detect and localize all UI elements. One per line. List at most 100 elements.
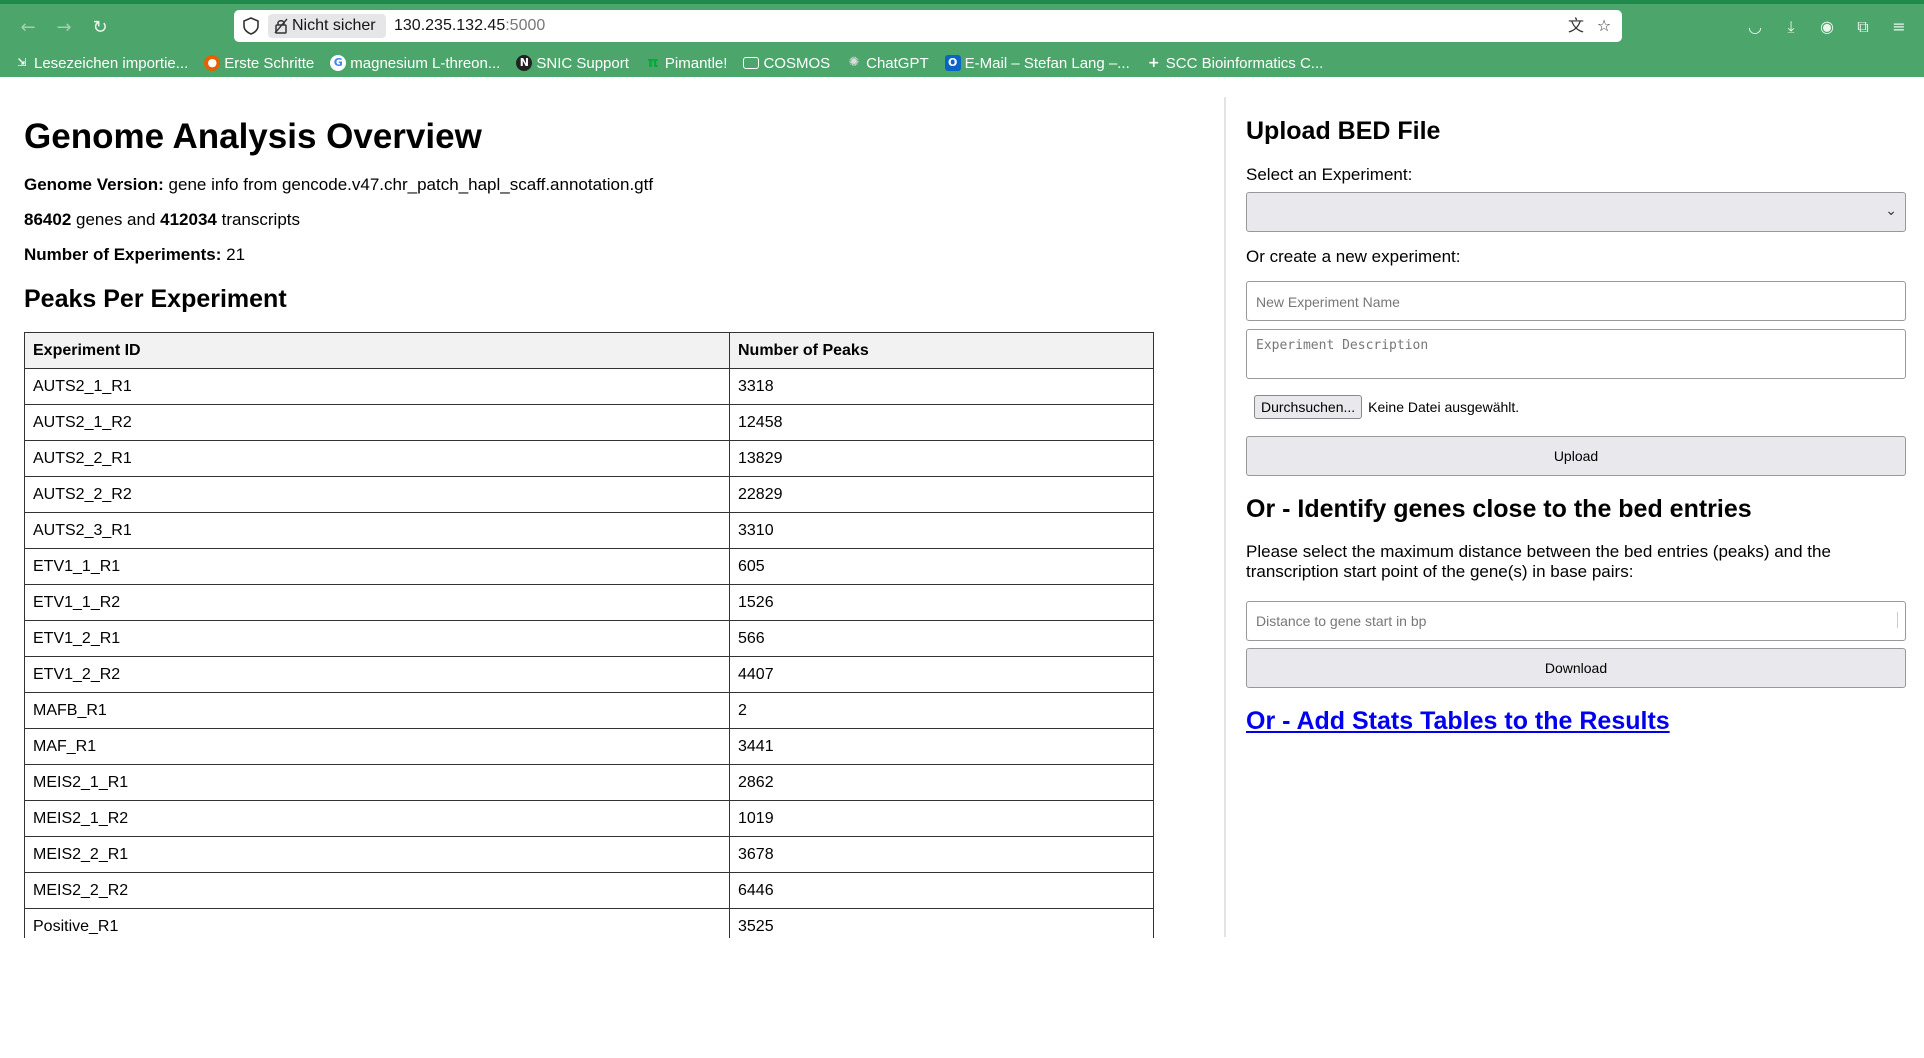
- firefox-icon: ●: [204, 55, 221, 71]
- experiment-id-cell: AUTS2_2_R1: [24, 440, 730, 477]
- peak-count-cell: 605: [729, 548, 1154, 585]
- upload-button[interactable]: Upload: [1246, 436, 1906, 476]
- url-text[interactable]: 130.235.132.45:5000: [394, 10, 545, 42]
- bookmark-item[interactable]: ⇲ Lesezeichen importie...: [14, 52, 188, 74]
- bookmark-label: Erste Schritte: [224, 54, 315, 72]
- experiment-description-textarea[interactable]: Experiment Description: [1246, 329, 1906, 379]
- experiments-value: 21: [221, 245, 246, 264]
- address-bar[interactable]: Nicht sicher 130.235.132.45:5000 文 ☆: [234, 10, 1622, 42]
- bookmark-label: SCC Bioinformatics C...: [1165, 54, 1324, 72]
- identify-description: Please select the maximum distance betwe…: [1246, 542, 1831, 581]
- peak-count-cell: 3310: [729, 512, 1154, 549]
- number-stepper-icon[interactable]: [1897, 612, 1903, 628]
- genome-version-label: Genome Version:: [24, 175, 164, 194]
- table-row: AUTS2_2_R1 13829: [24, 440, 1154, 477]
- peak-count-cell: 4407: [729, 656, 1154, 693]
- pi-icon: π: [647, 55, 659, 71]
- bookmark-label: Pimantle!: [664, 54, 728, 72]
- table-header-row: Experiment ID Number of Peaks: [24, 332, 1154, 369]
- folder-icon: [743, 57, 760, 69]
- peak-count-cell: 12458: [729, 404, 1154, 441]
- bookmark-item[interactable]: O E-Mail – Stefan Lang –...: [944, 52, 1130, 74]
- forward-arrow-icon[interactable]: →: [50, 14, 78, 42]
- shield-icon[interactable]: [242, 17, 260, 35]
- bookmark-item[interactable]: ✺ ChatGPT: [846, 52, 929, 74]
- bookmark-label: magnesium L-threon...: [350, 54, 501, 72]
- experiment-select[interactable]: ⌄: [1246, 192, 1906, 232]
- experiment-id-cell: AUTS2_1_R2: [24, 404, 730, 441]
- not-secure-badge[interactable]: Nicht sicher: [268, 14, 386, 38]
- chatgpt-icon: ✺: [848, 55, 860, 70]
- column-divider: [1224, 97, 1226, 937]
- experiment-id-cell: MAFB_R1: [24, 692, 730, 729]
- table-row: ETV1_1_R2 1526: [24, 584, 1154, 621]
- bookmark-label: E-Mail – Stefan Lang –...: [964, 54, 1130, 72]
- peak-count-cell: 3525: [729, 908, 1154, 938]
- extensions-icon[interactable]: ⧉: [1850, 14, 1876, 40]
- table-row: MAF_R1 3441: [24, 728, 1154, 765]
- url-port: :5000: [505, 17, 546, 34]
- table-row: AUTS2_3_R1 3310: [24, 512, 1154, 549]
- select-experiment-label: Select an Experiment:: [1246, 165, 1413, 184]
- bookmark-item[interactable]: + SCC Bioinformatics C...: [1146, 52, 1324, 74]
- distance-placeholder: Distance to gene start in bp: [1256, 613, 1427, 629]
- account-icon[interactable]: ◉: [1814, 14, 1840, 40]
- new-experiment-name-input[interactable]: New Experiment Name: [1246, 281, 1906, 321]
- table-row: AUTS2_2_R2 22829: [24, 476, 1154, 513]
- experiment-id-cell: ETV1_2_R2: [24, 656, 730, 693]
- bookmark-star-icon[interactable]: ☆: [1594, 16, 1614, 36]
- not-secure-label: Nicht sicher: [292, 17, 376, 34]
- gene-count-line: 86402 genes and 412034 transcripts: [24, 210, 300, 230]
- bookmark-label: SNIC Support: [536, 54, 629, 72]
- experiment-id-cell: ETV1_2_R1: [24, 620, 730, 657]
- peak-count-cell: 22829: [729, 476, 1154, 513]
- transcripts-text: transcripts: [216, 210, 301, 229]
- peak-count-cell: 566: [729, 620, 1154, 657]
- peak-count-cell: 1526: [729, 584, 1154, 621]
- transcripts-count: 412034: [160, 210, 217, 229]
- download-icon[interactable]: ⤓: [1778, 14, 1804, 40]
- download-button[interactable]: Download: [1246, 648, 1906, 688]
- experiment-id-cell: MEIS2_1_R2: [24, 800, 730, 837]
- url-host: 130.235.132.45: [394, 17, 506, 34]
- bookmarks-bar: ⇲ Lesezeichen importie... ● Erste Schritte…: [14, 52, 1339, 74]
- import-icon: ⇲: [17, 56, 27, 69]
- table-row: ETV1_1_R1 605: [24, 548, 1154, 585]
- column-header-experiment-id: Experiment ID: [24, 332, 730, 369]
- plus-icon: +: [1147, 55, 1160, 71]
- bookmark-item[interactable]: N SNIC Support: [516, 52, 629, 74]
- translate-icon[interactable]: 文: [1566, 16, 1586, 36]
- experiments-count-line: Number of Experiments: 21: [24, 245, 245, 265]
- snic-icon: N: [516, 55, 533, 71]
- experiment-id-cell: ETV1_1_R2: [24, 584, 730, 621]
- experiments-label: Number of Experiments:: [24, 245, 222, 264]
- bookmark-label: COSMOS: [763, 54, 831, 72]
- peaks-table-container[interactable]: Experiment ID Number of Peaks AUTS2_1_R1…: [24, 332, 1154, 938]
- peaks-heading: Peaks Per Experiment: [24, 285, 287, 313]
- bookmark-item[interactable]: ● Erste Schritte: [204, 52, 314, 74]
- peak-count-cell: 3318: [729, 368, 1154, 405]
- back-arrow-icon[interactable]: ←: [14, 14, 42, 42]
- identify-heading: Or - Identify genes close to the bed ent…: [1246, 495, 1752, 523]
- browser-toolbar: ← → ↻ Nicht sicher 130.235.132.45:5000 文…: [0, 0, 1924, 77]
- browse-button[interactable]: Durchsuchen...: [1254, 395, 1363, 419]
- menu-icon[interactable]: ≡: [1886, 14, 1912, 40]
- bookmark-item[interactable]: π Pimantle!: [645, 52, 728, 74]
- bookmark-item[interactable]: Gmagnesium L-threon...: [330, 52, 500, 74]
- page-content: Genome Analysis Overview Genome Version:…: [0, 77, 1924, 1058]
- add-stats-tables-link[interactable]: Or - Add Stats Tables to the Results: [1246, 707, 1670, 736]
- peaks-table: Experiment ID Number of Peaks AUTS2_1_R1…: [24, 332, 1154, 938]
- peak-count-cell: 3678: [729, 836, 1154, 873]
- bookmark-label: Lesezeichen importie...: [34, 54, 189, 72]
- genome-version-value: gene info from gencode.v47.chr_patch_hap…: [163, 175, 654, 194]
- bookmark-item[interactable]: COSMOS: [743, 52, 830, 74]
- experiment-id-cell: Positive_R1: [24, 908, 730, 938]
- genes-count: 86402: [24, 210, 72, 229]
- table-body: AUTS2_1_R1 3318 AUTS2_1_R2 12458 AUTS2_2_R1 1…: [24, 368, 1154, 938]
- distance-input[interactable]: Distance to gene start in bp: [1246, 601, 1906, 641]
- reload-icon[interactable]: ↻: [86, 14, 114, 42]
- table-row: ETV1_2_R2 4407: [24, 656, 1154, 693]
- pocket-icon[interactable]: ◡: [1742, 14, 1768, 40]
- file-picker: Durchsuchen... Keine Datei ausgewählt.: [1254, 395, 1519, 419]
- lock-icon: [274, 18, 288, 34]
